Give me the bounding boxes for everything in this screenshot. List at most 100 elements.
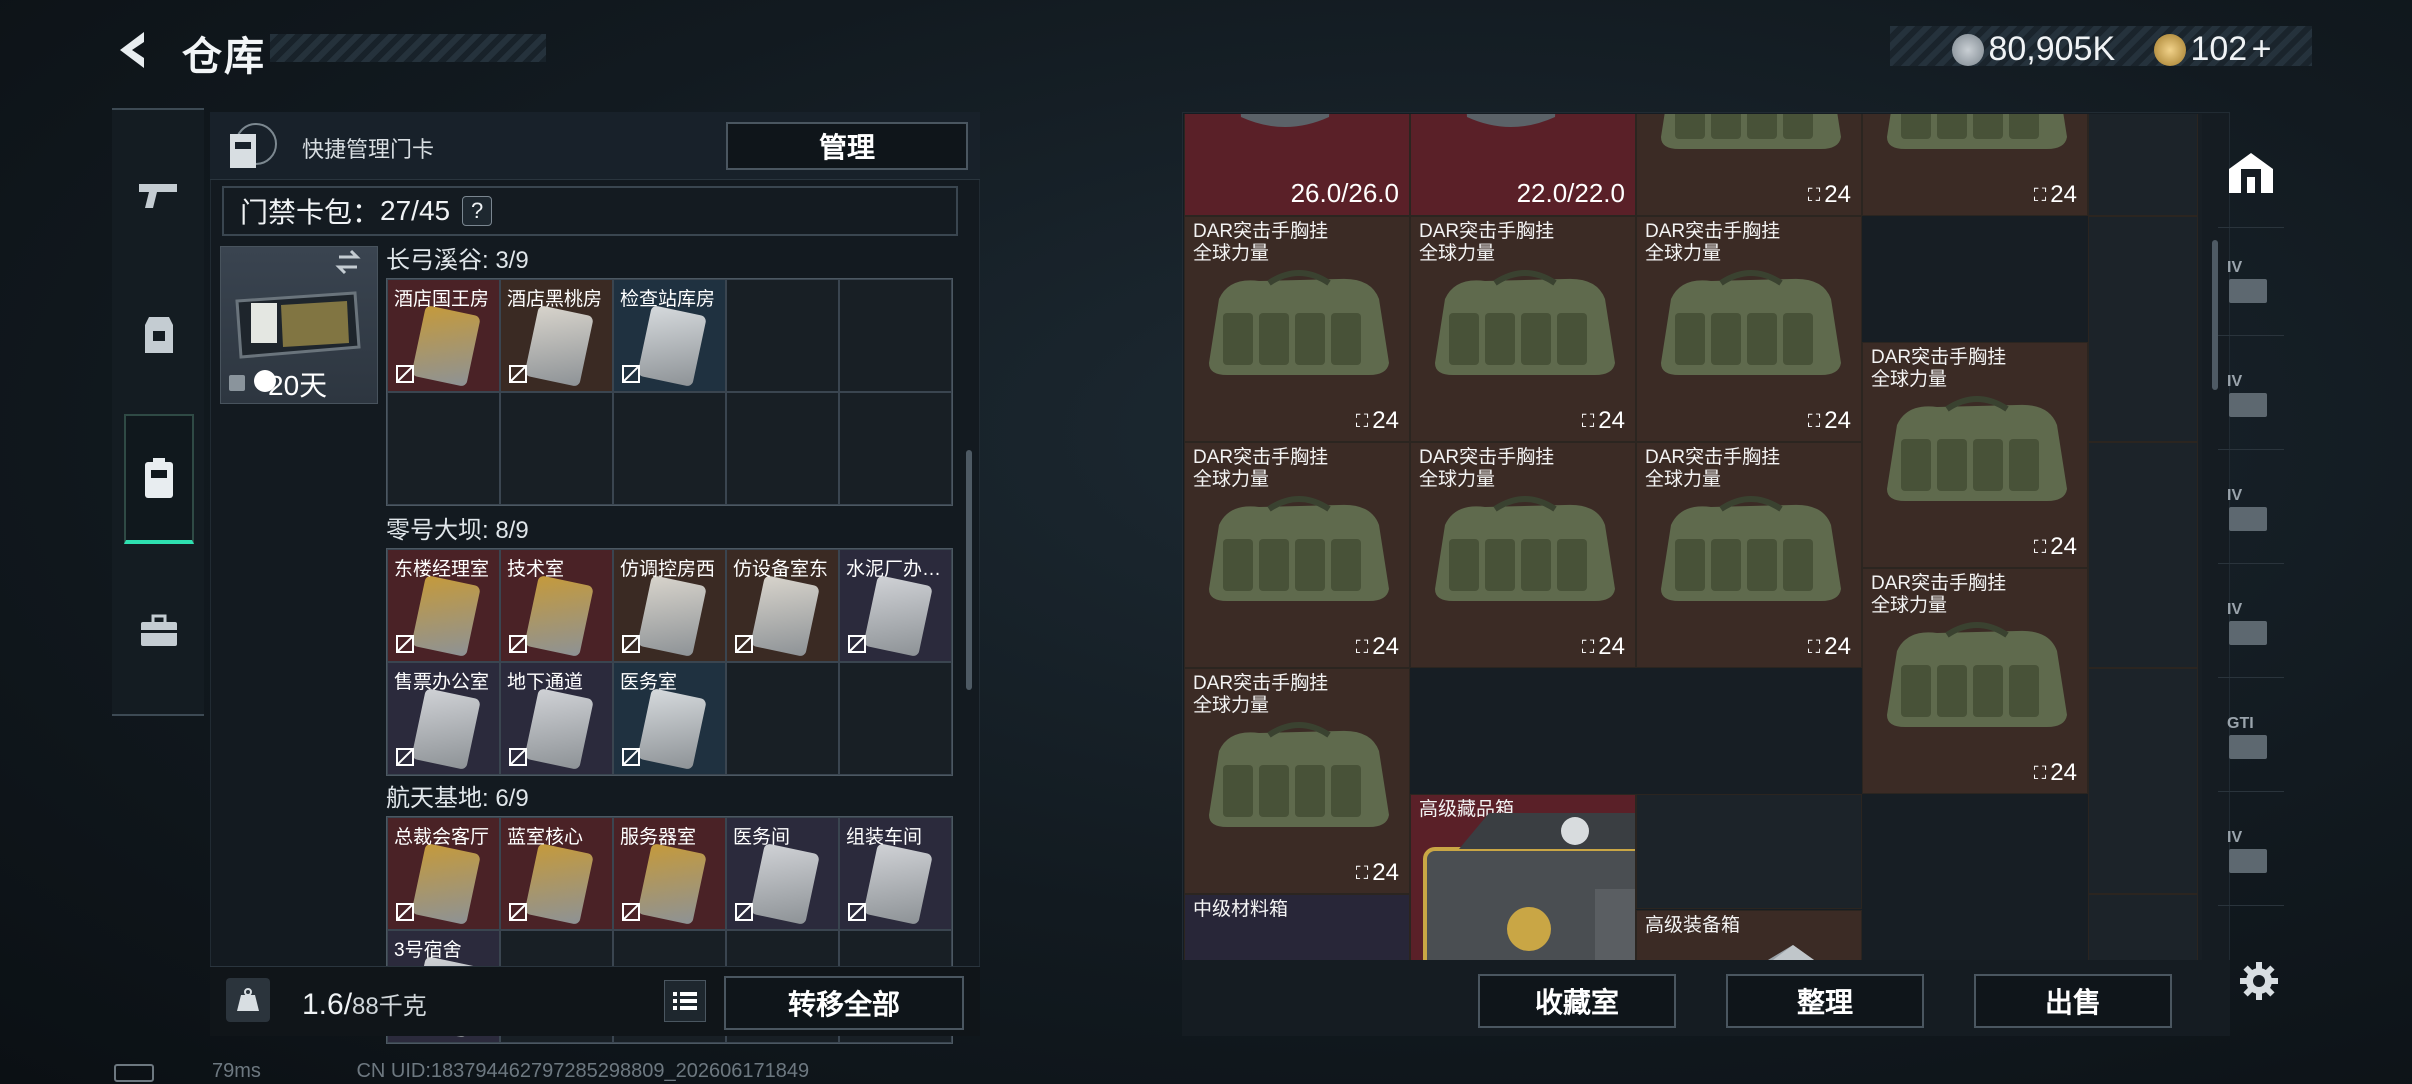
keycard-grid: 东楼经理室 技术室 仿调控房西 仿设备室东 水泥厂办… 售票办公室 地下通道 医务室 [386,548,953,776]
keycard-slot[interactable]: 医务间 [726,817,839,930]
mid-material-box[interactable]: 中级材料箱 [1184,894,1410,962]
coin-icon [1952,33,1984,66]
keycard-slot[interactable]: 酒店国王房 [387,279,500,392]
empty-slot [2088,894,2198,962]
keycard-name: 技术室 [507,559,565,580]
add-currency-button[interactable]: + [2252,30,2272,68]
keycard-image [411,687,481,771]
user-uid: CN UID:18379446279728529880​9_2026061718… [356,1060,810,1082]
card-pack-count: 27/45 [380,195,451,226]
keycard-slot[interactable]: 技术室 [500,549,613,662]
sell-button[interactable]: 出售 [1974,974,2172,1028]
empty-slot [839,279,952,392]
keycard-slot[interactable]: 蓝室核心 [500,817,613,930]
storage-item[interactable]: DAR突击手胸挂全球力量⛶24 [1184,216,1410,442]
high-collection-box[interactable]: 高级藏品箱 [1410,794,1636,962]
empty-slot [2088,216,2198,442]
item-count: ⛶ 24 [1807,407,1851,434]
keycard-slot[interactable]: 东楼经理室 [387,549,500,662]
unbound-icon [622,748,640,766]
item-count: ⛶ 24 [2033,181,2077,208]
storage-item[interactable]: DAR突击手胸挂全球力量⛶24 [1410,216,1636,442]
storage-item[interactable]: DAR突击手胸挂全球力量 ⛶24 [1636,216,1862,442]
storage-home-icon [2229,152,2273,193]
tab-sub-storage[interactable]: IV [2218,460,2284,564]
keycard-name: 3号宿舍 [394,940,462,961]
item-name: DAR突击手胸挂 全球力量 [1419,221,1555,264]
currency-value-2: 102 [2190,30,2248,68]
keycard-slot[interactable]: 服务器室 [613,817,726,930]
keycard-slot[interactable]: 检查站库房 [613,279,726,392]
manage-button[interactable]: 管理 [726,122,968,170]
keycard-slot[interactable]: 酒店黑桃房 [500,279,613,392]
armor-icon [145,317,173,353]
keycard-slot[interactable]: 售票办公室 [387,662,500,775]
back-arrow-icon[interactable] [112,28,156,72]
high-equipment-box[interactable]: 高级装备箱 [1636,910,1862,962]
storage-item[interactable]: DAR突击手胸挂全球力量 ⛶24 [1862,568,2088,794]
left-scrollbar[interactable] [966,450,972,690]
equipment-box-image [1764,945,1817,962]
storage-item[interactable]: DAR突击手胸挂全球力量⛶24 [1410,442,1636,668]
keycard-name: 服务器室 [620,827,697,848]
briefcase-icon [141,614,177,646]
section-title: 航天基地: 6/9 [386,785,529,812]
keycard-name: 蓝室核心 [507,827,584,848]
keycard-slot[interactable]: 水泥厂办… [839,549,952,662]
storage-item[interactable]: DAR突击手胸挂全球力量⛶24 [1862,114,2088,216]
storage-item[interactable]: DAR突击手胸挂全球力量⛶24 [1862,342,2088,568]
list-view-button[interactable] [664,980,706,1022]
keycard-slot[interactable]: 地下通道 [500,662,613,775]
item-durability: 22.0/22.0 [1516,178,1625,208]
help-button[interactable]: ? [462,196,493,226]
keycard-slot[interactable]: 总裁会客厅 [387,817,500,930]
tab-main-storage[interactable] [2218,118,2284,228]
tab-sub-storage[interactable]: IV [2218,346,2284,450]
unbound-icon [735,635,753,653]
keycard-name: 水泥厂办… [846,559,942,580]
tab-sub-storage[interactable]: GTI [2218,688,2284,792]
item-count: ⛶ 24 [2033,759,2077,786]
storage-item[interactable]: 22.0/22.0 [1410,114,1636,216]
premium-currency[interactable]: 102 + [2154,30,2272,69]
sort-button[interactable]: 整理 [1726,974,1924,1028]
item-name: DAR突击手胸挂 全球力量 [1871,573,2007,616]
keycard-slot[interactable]: 仿调控房西 [613,549,726,662]
sub-storage-icon: IV [2223,487,2279,537]
storage-item[interactable]: DAR突击手胸挂全球力量⛶24 [1636,442,1862,668]
keycard-slot[interactable]: 医务室 [613,662,726,775]
storage-item[interactable]: DAR突击手胸挂全球力量⛶24 [1184,668,1410,894]
keycard-image [637,687,707,771]
storage-tabs: IV IV IV IV GTI IV [2218,112,2284,932]
unbound-icon [396,748,414,766]
keycard-name: 地下通道 [507,672,584,693]
tab-sub-storage[interactable]: IV [2218,802,2284,906]
settings-gear-icon[interactable] [2238,960,2280,1002]
chest-rig-image [1209,722,1389,827]
storage-item[interactable]: DAR突击手胸挂全球力量⛶24 [1184,442,1410,668]
keycard-slot[interactable]: 仿设备室东 [726,549,839,662]
status-bar: 79ms CN UID:18379446279728529880​9_20260… [114,1060,809,1083]
stack-icon: ⛶ [1581,636,1595,657]
item-name: DAR突击手胸挂 全球力量 [1645,221,1781,264]
nav-armor[interactable] [124,270,194,400]
tab-sub-storage[interactable]: IV [2218,232,2284,336]
card-pack-label: 门禁卡包： [240,197,381,228]
storage-item[interactable]: 26.0/26.0 [1184,114,1410,216]
transfer-all-button[interactable]: 转移全部 [724,976,964,1030]
collection-room-button[interactable]: 收藏室 [1478,974,1676,1028]
helmet-image [1466,114,1556,127]
stack-icon: ⛶ [1355,862,1369,883]
nav-case[interactable] [124,566,194,696]
keycard-image [524,842,594,926]
nav-keycard[interactable] [124,414,194,544]
sub-storage-icon: IV [2223,373,2279,423]
item-name: DAR突击手胸挂 全球力量 [1419,447,1555,490]
nav-weapon[interactable] [124,130,194,260]
keycard-image [750,842,820,926]
sub-storage-icon: IV [2223,829,2279,879]
keycard-slot[interactable]: 组装车间 [839,817,952,930]
unbound-icon [509,748,527,766]
storage-item[interactable]: ⛶ 24 [1636,114,1862,216]
tab-sub-storage[interactable]: IV [2218,574,2284,678]
